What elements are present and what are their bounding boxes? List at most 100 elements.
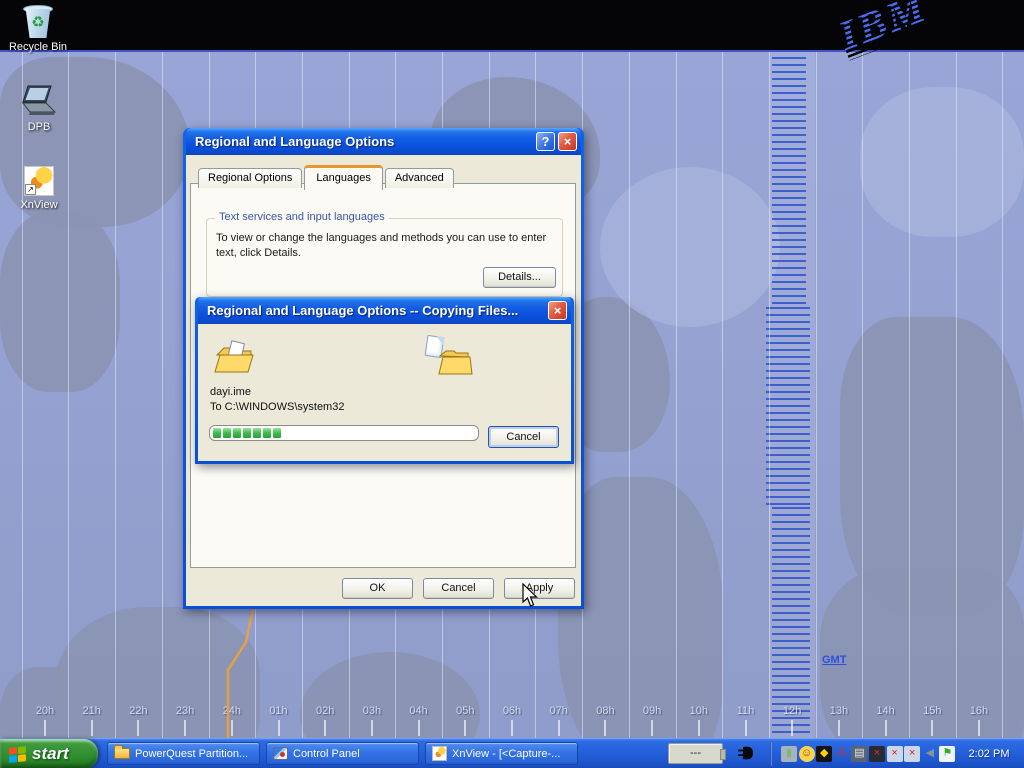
removable-hardware-icon[interactable]: ▮ [781, 746, 797, 762]
desktop-icon-dpb[interactable]: DPB [7, 84, 71, 133]
print-server-icon[interactable]: ▤ [851, 746, 867, 762]
timezone-gridline [68, 52, 69, 740]
timezone-tick [791, 720, 793, 736]
copy-dialog-titlebar[interactable]: Regional and Language Options -- Copying… [198, 297, 571, 324]
timezone-gridline [816, 52, 817, 740]
xnview-icon [432, 746, 447, 761]
start-button[interactable]: start [0, 739, 98, 768]
ok-button[interactable]: OK [342, 578, 413, 599]
timezone-label: 21h [75, 705, 109, 717]
desktop-icon-recycle-bin[interactable]: ♻ Recycle Bin [6, 4, 70, 53]
icon-label: DPB [7, 121, 71, 133]
progress-block [233, 428, 241, 438]
dialog-titlebar[interactable]: Regional and Language Options ? × [186, 128, 581, 155]
taskbar-task[interactable]: Control Panel [266, 742, 419, 765]
desktop: GMT 20h21h22h23h24h01h02h03h04h05h06h07h… [0, 0, 1024, 768]
gmt-label: GMT [822, 654, 846, 666]
messenger-smiley-icon[interactable]: ☺ [799, 746, 815, 762]
start-label: start [32, 744, 69, 764]
progress-block [273, 428, 281, 438]
help-button[interactable]: ? [536, 132, 555, 151]
gmt-stripe-band [766, 307, 810, 507]
taskbar-task[interactable]: XnView - [<Capture-... [425, 742, 578, 765]
ac-power-icon [737, 745, 755, 761]
timezone-gridline [1002, 52, 1003, 740]
groupbox-title: Text services and input languages [215, 211, 389, 223]
copy-close-button[interactable]: × [548, 301, 567, 320]
task-label: Control Panel [293, 748, 360, 760]
timezone-tick [558, 720, 560, 736]
shortcut-arrow-icon: ↗ [25, 184, 36, 195]
timezone-gridline [162, 52, 163, 740]
map-landmass [600, 167, 780, 327]
taskbar: start PowerQuest Partition... Control Pan… [0, 738, 1024, 768]
progress-block [223, 428, 231, 438]
timezone-label: 08h [588, 705, 622, 717]
timezone-tick [91, 720, 93, 736]
timezone-label: 20h [28, 705, 62, 717]
timezone-label: 14h [869, 705, 903, 717]
timezone-label: 16h [962, 705, 996, 717]
timezone-label: 09h [635, 705, 669, 717]
timezone-gridline [956, 52, 957, 740]
close-button[interactable]: × [558, 132, 577, 151]
timezone-tick [978, 720, 980, 736]
copy-cancel-button[interactable]: Cancel [488, 426, 559, 448]
timezone-label: 06h [495, 705, 529, 717]
diamond-utility-icon[interactable]: ◆ [816, 746, 832, 762]
timezone-label: 11h [729, 705, 763, 717]
text-services-groupbox: Text services and input languages To vie… [206, 218, 563, 297]
cancel-button[interactable]: Cancel [423, 578, 494, 599]
tab-regional-options[interactable]: Regional Options [198, 168, 302, 188]
details-button[interactable]: Details... [483, 267, 556, 288]
copy-file-name: dayi.ime [210, 386, 251, 398]
progress-block [243, 428, 251, 438]
pen-tablet-icon[interactable]: ⚑ [939, 746, 955, 762]
tab-advanced[interactable]: Advanced [385, 168, 454, 188]
timezone-tick [184, 720, 186, 736]
apply-button[interactable]: Apply [504, 578, 575, 599]
top-banner: IBM [0, 0, 1024, 50]
timezone-tick [698, 720, 700, 736]
timezone-label: 10h [682, 705, 716, 717]
timezone-tick [511, 720, 513, 736]
recycle-bin-icon: ♻ [23, 4, 53, 38]
network-disconnected2-icon[interactable]: × [904, 746, 920, 762]
task-label: PowerQuest Partition... [135, 748, 248, 760]
tab-languages[interactable]: Languages [304, 165, 382, 190]
volume-icon[interactable]: ◀ [922, 746, 938, 762]
timezone-label: 04h [402, 705, 436, 717]
timezone-label: 15h [915, 705, 949, 717]
timezone-gridline [862, 52, 863, 740]
timezone-tick [464, 720, 466, 736]
timezone-tick [651, 720, 653, 736]
timezone-gridline [769, 52, 770, 740]
timezone-label: 23h [168, 705, 202, 717]
copy-dialog-body: dayi.ime To C:\WINDOWS\system32 Cancel [198, 324, 571, 461]
copy-progress-bar [209, 425, 479, 441]
folder-icon [114, 748, 130, 759]
timezone-gridline [722, 52, 723, 740]
timezone-tick [324, 720, 326, 736]
timezone-tick [137, 720, 139, 736]
timezone-gridline [115, 52, 116, 740]
timezone-tick [231, 720, 233, 736]
taskbar-clock[interactable]: 2:02 PM [958, 739, 1020, 768]
timezone-tick [44, 720, 46, 736]
map-landmass [0, 212, 120, 392]
control-panel-icon [273, 747, 288, 760]
xnview-icon: ↗ [24, 166, 54, 196]
desktop-icon-xnview[interactable]: ↗ XnView [7, 166, 71, 211]
taskbar-task[interactable]: PowerQuest Partition... [107, 742, 260, 765]
timezone-label: 22h [121, 705, 155, 717]
timezone-label: 12h [775, 705, 809, 717]
user-accounts-icon[interactable]: ⁂ [834, 746, 850, 762]
laptop-icon [19, 84, 59, 118]
timezone-label: 13h [822, 705, 856, 717]
display-error-icon[interactable]: × [869, 746, 885, 762]
network-disconnected-icon[interactable]: × [887, 746, 903, 762]
power-meter[interactable]: --- [668, 743, 723, 764]
timezone-label: 02h [308, 705, 342, 717]
timezone-label: 05h [448, 705, 482, 717]
progress-block [253, 428, 261, 438]
